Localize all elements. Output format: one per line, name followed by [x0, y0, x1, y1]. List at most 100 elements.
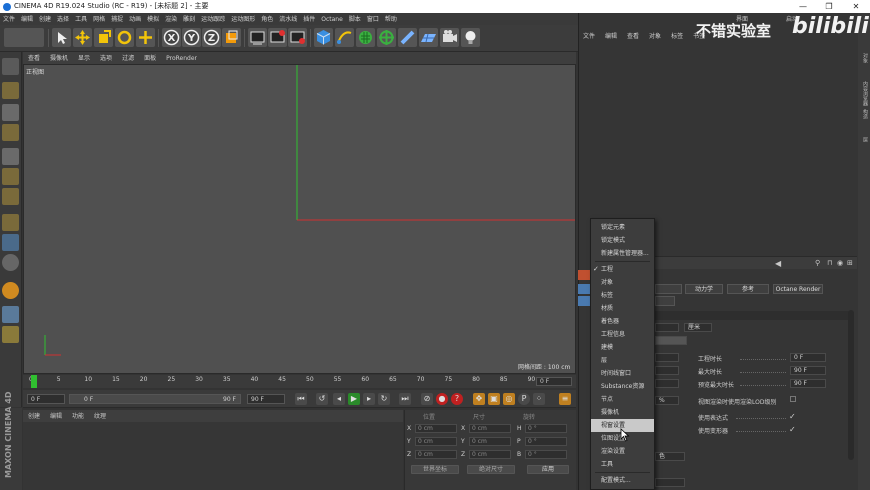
context-menu-item[interactable]: 工程信息: [591, 328, 654, 341]
context-menu-item[interactable]: 锁定模式: [591, 234, 654, 247]
minimize-button[interactable]: —: [790, 0, 816, 13]
autokey-icon[interactable]: ?: [451, 393, 463, 405]
context-menu-item[interactable]: 层: [591, 354, 654, 367]
start-frame-field[interactable]: 0 F: [27, 394, 65, 404]
move-icon[interactable]: [73, 28, 92, 47]
axis-mode-icon[interactable]: [2, 214, 19, 231]
timeline-ruler[interactable]: 051015202530354045505560657075808590 0 F: [23, 375, 576, 388]
add-object-icon[interactable]: [136, 28, 155, 47]
search-icon[interactable]: ⚲: [815, 259, 820, 267]
key-pla-icon[interactable]: ⁘: [533, 393, 545, 405]
coord-size-field[interactable]: 0 cm: [469, 450, 511, 459]
tab-dynamics[interactable]: 动力学: [685, 284, 723, 294]
context-menu-item[interactable]: 对象: [591, 276, 654, 289]
side-tab[interactable]: 对象: [859, 53, 869, 63]
new-manager-icon[interactable]: ⊞: [847, 259, 853, 267]
snap-icon[interactable]: [2, 254, 19, 271]
y-axis-lock-icon[interactable]: Y: [182, 28, 201, 47]
attribute-scrollbar[interactable]: [848, 310, 854, 460]
scale-icon[interactable]: [94, 28, 113, 47]
tab-partial-2[interactable]: [655, 296, 675, 306]
side-tab[interactable]: 层: [859, 137, 869, 142]
object-manager-menu-item[interactable]: 文件: [578, 31, 600, 43]
render-view-icon[interactable]: [248, 28, 267, 47]
timeline-window-icon[interactable]: ≡: [559, 393, 571, 405]
subdivision-surface-icon[interactable]: [356, 28, 375, 47]
attr-left-field[interactable]: [655, 353, 679, 362]
preview-range-slider[interactable]: 0 F 90 F: [69, 394, 241, 404]
coord-size-field[interactable]: 0 cm: [469, 424, 511, 433]
attr-tab-stub-2[interactable]: [578, 284, 590, 294]
z-axis-lock-icon[interactable]: Z: [202, 28, 221, 47]
workplane-mode-icon[interactable]: [2, 124, 19, 141]
attr-tab-stub-3[interactable]: [578, 296, 590, 306]
points-mode-icon[interactable]: [2, 148, 19, 165]
camera-icon[interactable]: [440, 28, 459, 47]
context-menu-item[interactable]: ✓ 工程: [591, 263, 654, 276]
apply-button[interactable]: 应用: [527, 465, 569, 474]
undo-redo-icon[interactable]: [4, 28, 44, 47]
coord-position-field[interactable]: 0 cm: [415, 437, 457, 446]
attr-tab-stub-1[interactable]: [578, 270, 590, 280]
cloner-icon[interactable]: [377, 28, 396, 47]
tab-reference[interactable]: 参考: [727, 284, 769, 294]
context-menu-item[interactable]: 工具: [591, 458, 654, 471]
render-to-picture-viewer-icon[interactable]: [268, 28, 287, 47]
object-manager-menu-item[interactable]: 查看: [622, 31, 644, 43]
color-dropdown[interactable]: 色: [655, 452, 685, 461]
playhead[interactable]: [31, 375, 37, 388]
next-frame-icon[interactable]: ▸: [363, 393, 375, 405]
lock-icon[interactable]: ⊓: [827, 259, 832, 267]
percent-field[interactable]: %: [655, 396, 679, 405]
checkbox-checked[interactable]: ✓: [789, 425, 796, 434]
locked-workplane-icon[interactable]: [2, 282, 19, 299]
current-frame-field[interactable]: 0 F: [536, 377, 572, 386]
unit-field-partial[interactable]: [655, 323, 679, 332]
bottom-dropdown[interactable]: [655, 478, 685, 487]
context-menu-item[interactable]: Substance资源: [591, 380, 654, 393]
close-button[interactable]: ✕: [843, 0, 869, 13]
side-tab[interactable]: 构造: [859, 109, 869, 119]
attr-value-field[interactable]: 90 F: [790, 379, 826, 388]
coord-rotation-field[interactable]: 0 °: [525, 424, 567, 433]
make-editable-icon[interactable]: [2, 58, 19, 75]
material-manager-area[interactable]: [23, 422, 403, 490]
coord-size-field[interactable]: 0 cm: [469, 437, 511, 446]
context-menu-item[interactable]: 材质: [591, 302, 654, 315]
motion-record-icon[interactable]: ⊘: [421, 393, 433, 405]
texture-mode-icon[interactable]: [2, 104, 19, 121]
key-scale-icon[interactable]: ▣: [488, 393, 500, 405]
deformer-icon[interactable]: [398, 28, 417, 47]
select-cursor-icon[interactable]: [52, 28, 71, 47]
context-menu-item[interactable]: 时间线窗口: [591, 367, 654, 380]
edges-mode-icon[interactable]: [2, 168, 19, 185]
context-menu-item[interactable]: 配置模式...: [591, 474, 654, 487]
context-menu-item[interactable]: 渲染设置: [591, 445, 654, 458]
coordinate-system-icon[interactable]: [222, 28, 241, 47]
attr-value-field[interactable]: 0 F: [790, 353, 826, 362]
side-tab[interactable]: 内容浏览器: [859, 81, 869, 106]
object-manager-menu-item[interactable]: 对象: [644, 31, 666, 43]
coord-rotation-field[interactable]: 0 °: [525, 437, 567, 446]
settings-icon[interactable]: ◉: [837, 259, 843, 267]
tab-partial[interactable]: [655, 284, 682, 294]
record-active-icon[interactable]: ●: [436, 393, 448, 405]
pen-spline-icon[interactable]: [335, 28, 354, 47]
unit-dropdown[interactable]: 厘米: [684, 323, 712, 332]
key-rotation-icon[interactable]: ◎: [503, 393, 515, 405]
prev-key-icon[interactable]: ↺: [316, 393, 328, 405]
coord-position-field[interactable]: 0 cm: [415, 424, 457, 433]
coord-position-field[interactable]: 0 cm: [415, 450, 457, 459]
floor-icon[interactable]: [419, 28, 438, 47]
light-icon[interactable]: [461, 28, 480, 47]
cube-icon[interactable]: [314, 28, 333, 47]
sculpt-icon[interactable]: [2, 326, 19, 343]
x-axis-lock-icon[interactable]: X: [162, 28, 181, 47]
context-menu-item[interactable]: 摄像机: [591, 406, 654, 419]
front-viewport[interactable]: [23, 64, 576, 374]
object-manager-menu-item[interactable]: 标签: [666, 31, 688, 43]
key-parameter-icon[interactable]: P: [518, 393, 530, 405]
maximize-button[interactable]: ❐: [816, 0, 842, 13]
coord-rotation-field[interactable]: 0 °: [525, 450, 567, 459]
model-mode-icon[interactable]: [2, 82, 19, 99]
